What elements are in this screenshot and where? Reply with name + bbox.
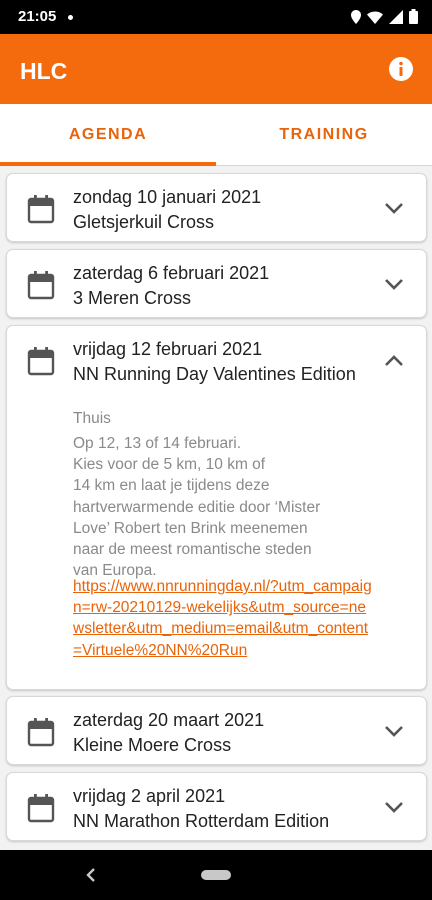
event-location: Thuis bbox=[73, 410, 111, 427]
home-pill[interactable] bbox=[201, 870, 231, 880]
calendar-icon bbox=[27, 195, 55, 224]
event-card[interactable]: zaterdag 6 februari 2021 3 Meren Cross bbox=[6, 249, 427, 318]
chevron-down-icon[interactable] bbox=[384, 278, 404, 292]
description-line: 14 km en laat je tijdens deze bbox=[73, 477, 270, 495]
chevron-down-icon[interactable] bbox=[384, 725, 404, 739]
event-title: NN Running Day Valentines Edition bbox=[73, 364, 356, 384]
description-line: Love’ Robert ten Brink meenemen bbox=[73, 519, 308, 537]
signal-icon bbox=[389, 9, 403, 24]
event-title: Gletsjerkuil Cross bbox=[73, 212, 215, 232]
chevron-down-icon[interactable] bbox=[384, 202, 404, 216]
calendar-icon bbox=[27, 271, 55, 300]
description-line: Kies voor de 5 km, 10 km of bbox=[73, 456, 266, 474]
back-icon[interactable] bbox=[84, 865, 98, 885]
battery-icon bbox=[409, 9, 418, 24]
description-line: Op 12, 13 of 14 februari. bbox=[73, 435, 242, 452]
event-title: NN Marathon Rotterdam Edition bbox=[73, 811, 330, 831]
wifi-icon bbox=[367, 11, 383, 24]
notification-dot-icon bbox=[68, 15, 73, 20]
event-description: Op 12, 13 of 14 februari. Kies voor de 5… bbox=[73, 433, 373, 581]
tab-agenda[interactable]: AGENDA bbox=[0, 104, 216, 166]
tab-bar: AGENDA TRAINING bbox=[0, 104, 432, 166]
event-link[interactable]: https://www.nnrunningday.nl/?utm_campaig… bbox=[73, 576, 373, 661]
event-date: vrijdag 2 april 2021 bbox=[73, 786, 226, 806]
event-title: Kleine Moere Cross bbox=[73, 735, 232, 755]
status-icons bbox=[351, 9, 418, 24]
calendar-icon bbox=[27, 347, 55, 376]
event-card[interactable]: vrijdag 2 april 2021 NN Marathon Rotterd… bbox=[6, 772, 427, 841]
description-line: naar de meest romantische steden bbox=[73, 541, 312, 559]
tab-training[interactable]: TRAINING bbox=[216, 104, 432, 166]
event-date: zaterdag 6 februari 2021 bbox=[73, 263, 270, 283]
status-time: 21:05 bbox=[18, 8, 57, 25]
calendar-icon bbox=[27, 718, 55, 747]
description-line: hartverwarmende editie door ‘Mister bbox=[73, 498, 321, 516]
app-title: HLC bbox=[20, 58, 68, 84]
event-date: zondag 10 januari 2021 bbox=[73, 187, 262, 207]
event-card-expanded[interactable]: vrijdag 12 februari 2021 NN Running Day … bbox=[6, 325, 427, 690]
app-bar: HLC bbox=[0, 34, 432, 104]
event-date: vrijdag 12 februari 2021 bbox=[73, 339, 263, 359]
system-nav-bar bbox=[0, 850, 432, 900]
location-icon bbox=[351, 9, 361, 24]
status-bar: 21:05 bbox=[0, 0, 432, 34]
info-icon[interactable] bbox=[388, 56, 414, 82]
chevron-up-icon[interactable] bbox=[384, 353, 404, 367]
event-date: zaterdag 20 maart 2021 bbox=[73, 710, 265, 730]
chevron-down-icon[interactable] bbox=[384, 801, 404, 815]
event-title: 3 Meren Cross bbox=[73, 288, 192, 308]
event-card[interactable]: zaterdag 20 maart 2021 Kleine Moere Cros… bbox=[6, 696, 427, 765]
event-card[interactable]: zondag 10 januari 2021 Gletsjerkuil Cros… bbox=[6, 173, 427, 242]
calendar-icon bbox=[27, 794, 55, 823]
event-list: zondag 10 januari 2021 Gletsjerkuil Cros… bbox=[0, 166, 432, 850]
